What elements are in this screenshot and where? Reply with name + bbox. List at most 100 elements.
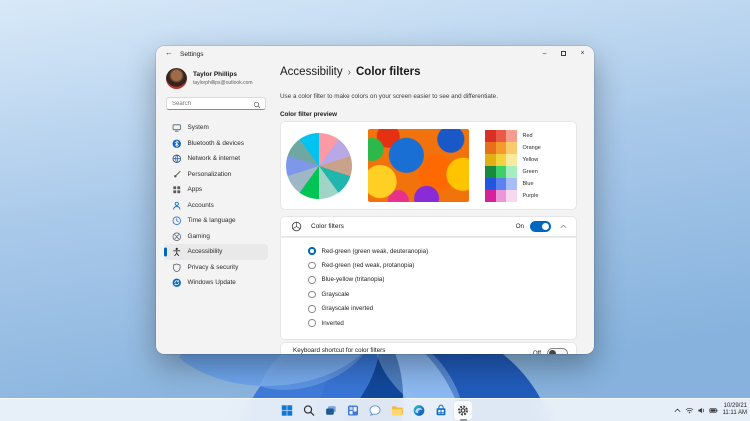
sidebar-item-system[interactable]: System bbox=[164, 120, 268, 136]
monitor-icon bbox=[172, 124, 181, 132]
option-grayscale[interactable]: Grayscale bbox=[281, 287, 576, 301]
option-blue-yellow-tritanopia[interactable]: Blue-yellow (tritanopia) bbox=[281, 273, 576, 287]
maximize-icon[interactable] bbox=[554, 46, 573, 60]
swatch-cell bbox=[506, 141, 517, 154]
selected-accent-bar bbox=[164, 247, 167, 257]
close-icon[interactable]: × bbox=[573, 46, 592, 60]
minimize-icon[interactable]: – bbox=[535, 46, 554, 60]
chevron-up-icon[interactable] bbox=[673, 406, 682, 415]
chevron-up-icon[interactable] bbox=[559, 222, 568, 231]
sidebar-item-personalization[interactable]: Personalization bbox=[164, 167, 268, 183]
update-icon bbox=[172, 278, 181, 287]
window-title: Settings bbox=[180, 50, 204, 58]
user-profile[interactable]: Taylor Phillips taylorphillips@outlook.c… bbox=[166, 68, 268, 89]
back-icon[interactable]: ← bbox=[165, 48, 173, 57]
shield-icon bbox=[173, 263, 181, 272]
sidebar-item-gaming[interactable]: Gaming bbox=[164, 229, 268, 245]
sidebar-item-bluetooth-devices[interactable]: Bluetooth & devices bbox=[164, 136, 268, 152]
system-tray: 10/29/21 11:11 AM bbox=[673, 399, 747, 421]
tray-time: 11:11 AM bbox=[722, 410, 747, 416]
sidebar-item-apps[interactable]: Apps bbox=[164, 182, 268, 198]
keyboard-shortcut-setting-row[interactable]: Keyboard shortcut for color filters Use … bbox=[280, 342, 577, 354]
option-inverted[interactable]: Inverted bbox=[281, 316, 576, 330]
store-icon[interactable] bbox=[432, 401, 451, 420]
sidebar-nav: System Bluetooth & devices Network & int… bbox=[164, 120, 268, 291]
sidebar: Taylor Phillips taylorphillips@outlook.c… bbox=[156, 62, 274, 354]
titlebar[interactable]: ← Settings – × bbox=[156, 46, 594, 62]
start-icon[interactable] bbox=[278, 401, 297, 420]
swatch-cell bbox=[506, 153, 517, 166]
swatch-label: Purple bbox=[522, 192, 539, 199]
color-swatch-grid: Red Orange Yellow Green Blue Purple bbox=[485, 129, 541, 202]
swatch-row: Purple bbox=[485, 189, 541, 202]
widgets-icon[interactable] bbox=[344, 401, 363, 420]
wifi-icon[interactable] bbox=[685, 406, 694, 415]
pinwheels-photo bbox=[368, 129, 469, 202]
apps-grid-icon bbox=[173, 186, 181, 194]
swatch-cell bbox=[495, 153, 506, 166]
volume-icon[interactable] bbox=[697, 406, 706, 415]
swatch-row: Red bbox=[485, 129, 541, 142]
swatch-cell bbox=[485, 141, 496, 154]
swatch-label: Yellow bbox=[522, 156, 539, 163]
option-red-green-protanopia[interactable]: Red-green (red weak, protanopia) bbox=[281, 258, 576, 272]
search-box[interactable] bbox=[166, 97, 266, 110]
edge-icon[interactable] bbox=[410, 401, 429, 420]
clock-icon bbox=[172, 216, 181, 225]
settings-window: ← Settings – × Taylor Phillips taylorphi… bbox=[156, 46, 594, 354]
swatch-cell bbox=[485, 177, 496, 190]
swatch-row: Orange bbox=[485, 141, 541, 154]
settings-icon[interactable] bbox=[453, 400, 473, 421]
page-title: Color filters bbox=[355, 66, 421, 78]
clock[interactable]: 10/29/21 11:11 AM bbox=[721, 403, 747, 418]
radio-icon[interactable] bbox=[308, 261, 316, 270]
search-input[interactable] bbox=[167, 100, 249, 107]
task-view-icon[interactable] bbox=[322, 401, 341, 420]
keyboard-shortcut-toggle[interactable] bbox=[547, 348, 568, 354]
page-description: Use a color filter to make colors on you… bbox=[280, 93, 498, 100]
radio-icon[interactable] bbox=[308, 276, 316, 284]
radio-icon[interactable] bbox=[308, 305, 316, 313]
swatch-cell bbox=[495, 141, 506, 154]
sidebar-item-time-language[interactable]: Time & language bbox=[164, 213, 268, 229]
sidebar-item-accounts[interactable]: Accounts bbox=[164, 198, 268, 214]
swatch-cell bbox=[506, 165, 517, 178]
radio-icon[interactable] bbox=[308, 290, 316, 299]
taskbar: 10/29/21 11:11 AM bbox=[0, 398, 750, 421]
active-app-indicator bbox=[459, 418, 467, 421]
option-red-green-deuteranopia[interactable]: Red-green (green weak, deuteranopia) bbox=[281, 244, 576, 258]
sidebar-item-accessibility[interactable]: Accessibility bbox=[164, 244, 268, 260]
main-content: Accessibility › Color filters Use a colo… bbox=[274, 62, 594, 354]
file-explorer-icon[interactable] bbox=[388, 401, 407, 420]
swatch-cell bbox=[495, 165, 506, 178]
swatch-label: Red bbox=[522, 132, 533, 139]
sidebar-item-privacy-security[interactable]: Privacy & security bbox=[164, 260, 268, 276]
keyboard-shortcut-state: Off bbox=[532, 349, 541, 354]
color-filters-setting-row[interactable]: Color filters On bbox=[280, 216, 577, 237]
radio-selected-icon[interactable] bbox=[308, 247, 316, 255]
preview-heading: Color filter preview bbox=[280, 111, 338, 118]
option-grayscale-inverted[interactable]: Grayscale inverted bbox=[281, 302, 576, 316]
swatch-cell bbox=[495, 189, 506, 202]
sidebar-item-network-internet[interactable]: Network & internet bbox=[164, 151, 268, 167]
color-filters-icon bbox=[291, 221, 302, 232]
radio-icon[interactable] bbox=[308, 319, 316, 327]
color-filters-label: Color filters bbox=[311, 223, 344, 230]
swatch-row: Green bbox=[485, 165, 541, 178]
swatch-cell bbox=[485, 153, 496, 166]
battery-icon[interactable] bbox=[708, 406, 718, 415]
search-icon[interactable] bbox=[300, 401, 319, 420]
chat-icon[interactable] bbox=[366, 401, 385, 420]
color-filters-toggle[interactable] bbox=[530, 221, 551, 232]
xbox-icon bbox=[172, 232, 181, 241]
swatch-row: Blue bbox=[485, 177, 541, 190]
globe-icon bbox=[172, 154, 181, 163]
swatch-label: Blue bbox=[522, 180, 534, 187]
swatch-cell bbox=[495, 177, 506, 190]
paintbrush-icon bbox=[174, 170, 181, 178]
breadcrumb-parent[interactable]: Accessibility bbox=[280, 66, 343, 78]
accessibility-icon bbox=[173, 247, 181, 256]
tray-date: 10/29/21 bbox=[723, 402, 747, 409]
color-filter-pie bbox=[286, 132, 352, 199]
sidebar-item-windows-update[interactable]: Windows Update bbox=[164, 275, 268, 291]
